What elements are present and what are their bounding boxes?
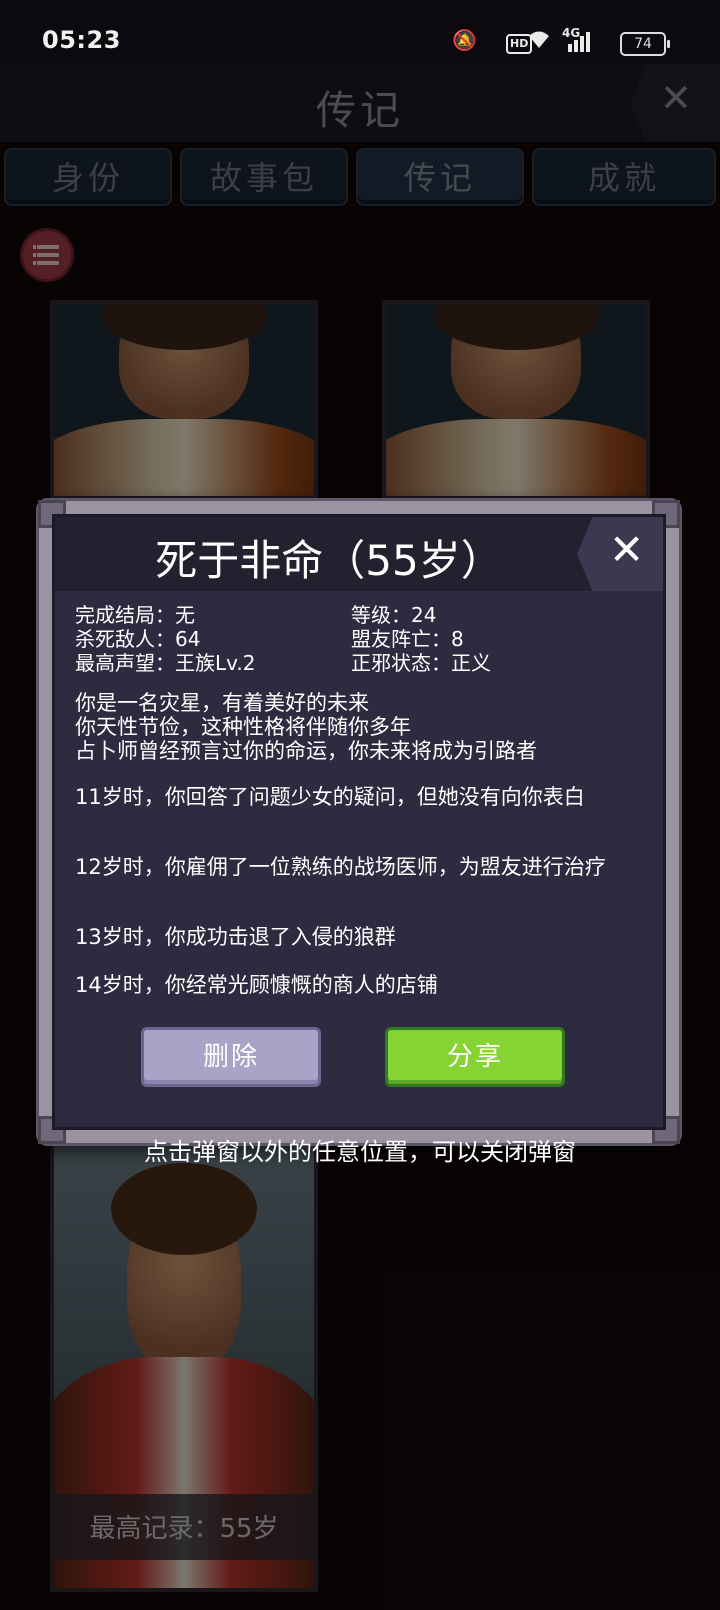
stat-reputation: 最高声望：王族Lv.2 (75, 651, 256, 675)
event-entry: 11岁时，你回答了问题少女的疑问，但她没有向你表白 (75, 785, 585, 809)
event-entry: 14岁时，你经常光顾慷慨的商人的店铺 (75, 973, 438, 997)
modal-title: 死于非命（55岁） (155, 536, 503, 585)
intro-line: 占卜师曾经预言过你的命运，你未来将成为引路者 (75, 739, 537, 763)
battery-icon: 74 (620, 32, 670, 56)
close-icon: ✕ (609, 525, 645, 574)
status-time: 05:23 (42, 26, 121, 54)
stat-alignment: 正邪状态：正义 (351, 651, 491, 675)
status-bar: 05:23 🔕 HD 4G 74 (0, 0, 720, 64)
intro-line: 你天性节俭，这种性格将伴随你多年 (75, 715, 411, 739)
stat-ending: 完成结局：无 (75, 603, 195, 627)
stat-ally-deaths: 盟友阵亡：8 (351, 627, 464, 651)
stat-kills: 杀死敌人：64 (75, 627, 201, 651)
modal-title-bar: 死于非命（55岁） ✕ (55, 517, 663, 591)
delete-button[interactable]: 删除 (141, 1027, 321, 1087)
mute-icon: 🔕 (452, 28, 477, 52)
event-entry: 13岁时，你成功击退了入侵的狼群 (75, 925, 396, 949)
modal-close-button[interactable]: ✕ (577, 517, 663, 591)
wifi-icon (526, 28, 552, 56)
event-entry: 12岁时，你雇佣了一位熟练的战场医师，为盟友进行治疗 (75, 855, 606, 879)
dismiss-hint: 点击弹窗以外的任意位置，可以关闭弹窗 (144, 1138, 576, 1166)
stat-level: 等级：24 (351, 603, 437, 627)
biography-detail-modal: 死于非命（55岁） ✕ 完成结局：无 等级：24 杀死敌人：64 盟友阵亡：8 … (36, 498, 682, 1146)
modal-panel: 死于非命（55岁） ✕ 完成结局：无 等级：24 杀死敌人：64 盟友阵亡：8 … (52, 514, 666, 1130)
battery-level: 74 (634, 36, 652, 52)
intro-line: 你是一名灾星，有着美好的未来 (75, 691, 369, 715)
signal-icon (566, 30, 592, 57)
share-button[interactable]: 分享 (385, 1027, 565, 1087)
